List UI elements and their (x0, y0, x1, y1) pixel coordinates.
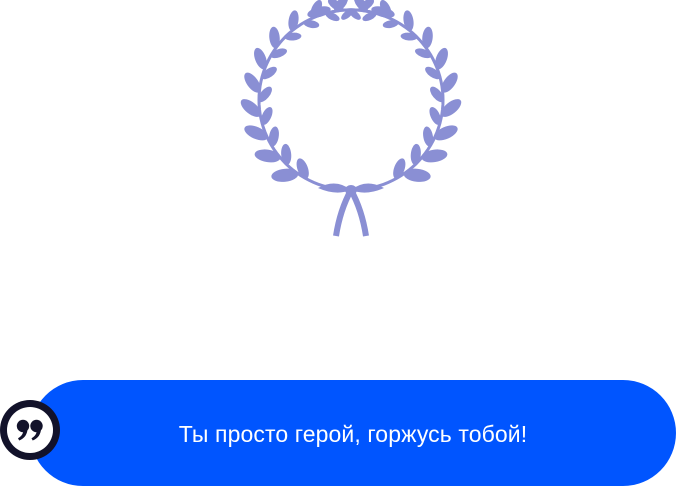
laurel-wreath-icon (226, 0, 476, 240)
quote-badge (0, 400, 60, 460)
message-text: Ты просто герой, горжусь тобой! (178, 420, 528, 447)
message-bubble: Ты просто герой, горжусь тобой! (30, 380, 676, 486)
quote-icon (7, 407, 53, 453)
